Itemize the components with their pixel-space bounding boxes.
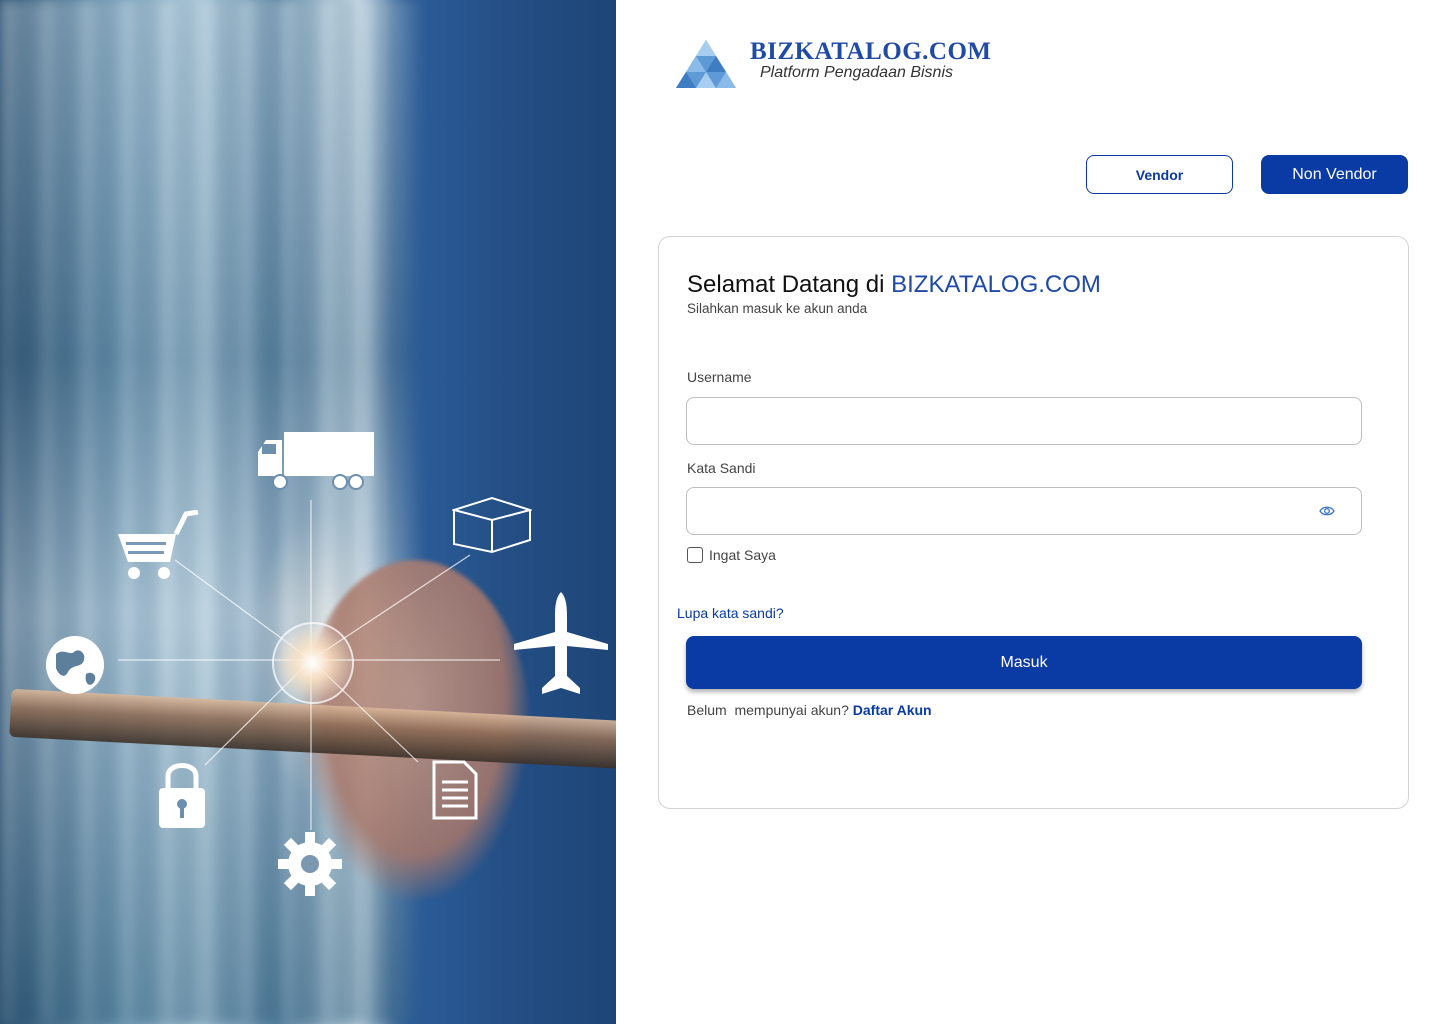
truck-icon — [258, 432, 374, 490]
logo-triangle-icon — [676, 40, 736, 88]
remember-me[interactable]: Ingat Saya — [687, 547, 776, 563]
cart-icon — [118, 510, 199, 579]
welcome-title-prefix: Selamat Datang di — [687, 271, 892, 298]
welcome-subtitle: Silahkan masuk ke akun anda — [687, 301, 868, 316]
password-field-box — [686, 487, 1362, 535]
login-submit-button[interactable]: Masuk — [686, 636, 1362, 689]
document-icon — [432, 760, 478, 820]
gear-icon — [278, 832, 342, 896]
login-card: Selamat Datang di BIZKATALOG.COM Silahka… — [658, 236, 1409, 809]
username-field-box — [686, 397, 1362, 445]
signup-prompt-text: Belum mempunyai akun? — [687, 702, 853, 718]
username-input[interactable] — [687, 398, 1307, 444]
logo-brand-name: BIZKATALOG.COM — [750, 38, 992, 65]
signup-link[interactable]: Daftar Akun — [853, 702, 932, 718]
box-icon — [452, 496, 532, 554]
forgot-password-link[interactable]: Lupa kata sandi? — [677, 605, 784, 621]
password-input[interactable] — [687, 488, 1307, 534]
airplane-icon — [514, 592, 608, 694]
welcome-title-brand: BIZKATALOG.COM — [891, 271, 1101, 298]
non-vendor-button[interactable]: Non Vendor — [1261, 155, 1408, 194]
password-label: Kata Sandi — [687, 460, 756, 476]
logo-tagline: Platform Pengadaan Bisnis — [760, 64, 953, 81]
lock-icon — [159, 763, 205, 828]
remember-me-label: Ingat Saya — [709, 547, 776, 563]
globe-icon — [46, 636, 104, 694]
brand-logo: BIZKATALOG.COM Platform Pengadaan Bisnis — [674, 38, 991, 90]
welcome-title: Selamat Datang di BIZKATALOG.COM — [687, 271, 1101, 299]
signup-prompt: Belum mempunyai akun? Daftar Akun — [687, 702, 932, 718]
hero-image — [0, 0, 616, 1024]
vendor-button[interactable]: Vendor — [1086, 155, 1233, 194]
username-label: Username — [687, 369, 752, 385]
hub-glow — [272, 622, 354, 704]
remember-me-checkbox[interactable] — [687, 547, 703, 563]
show-password-eye-icon[interactable] — [1319, 505, 1335, 517]
